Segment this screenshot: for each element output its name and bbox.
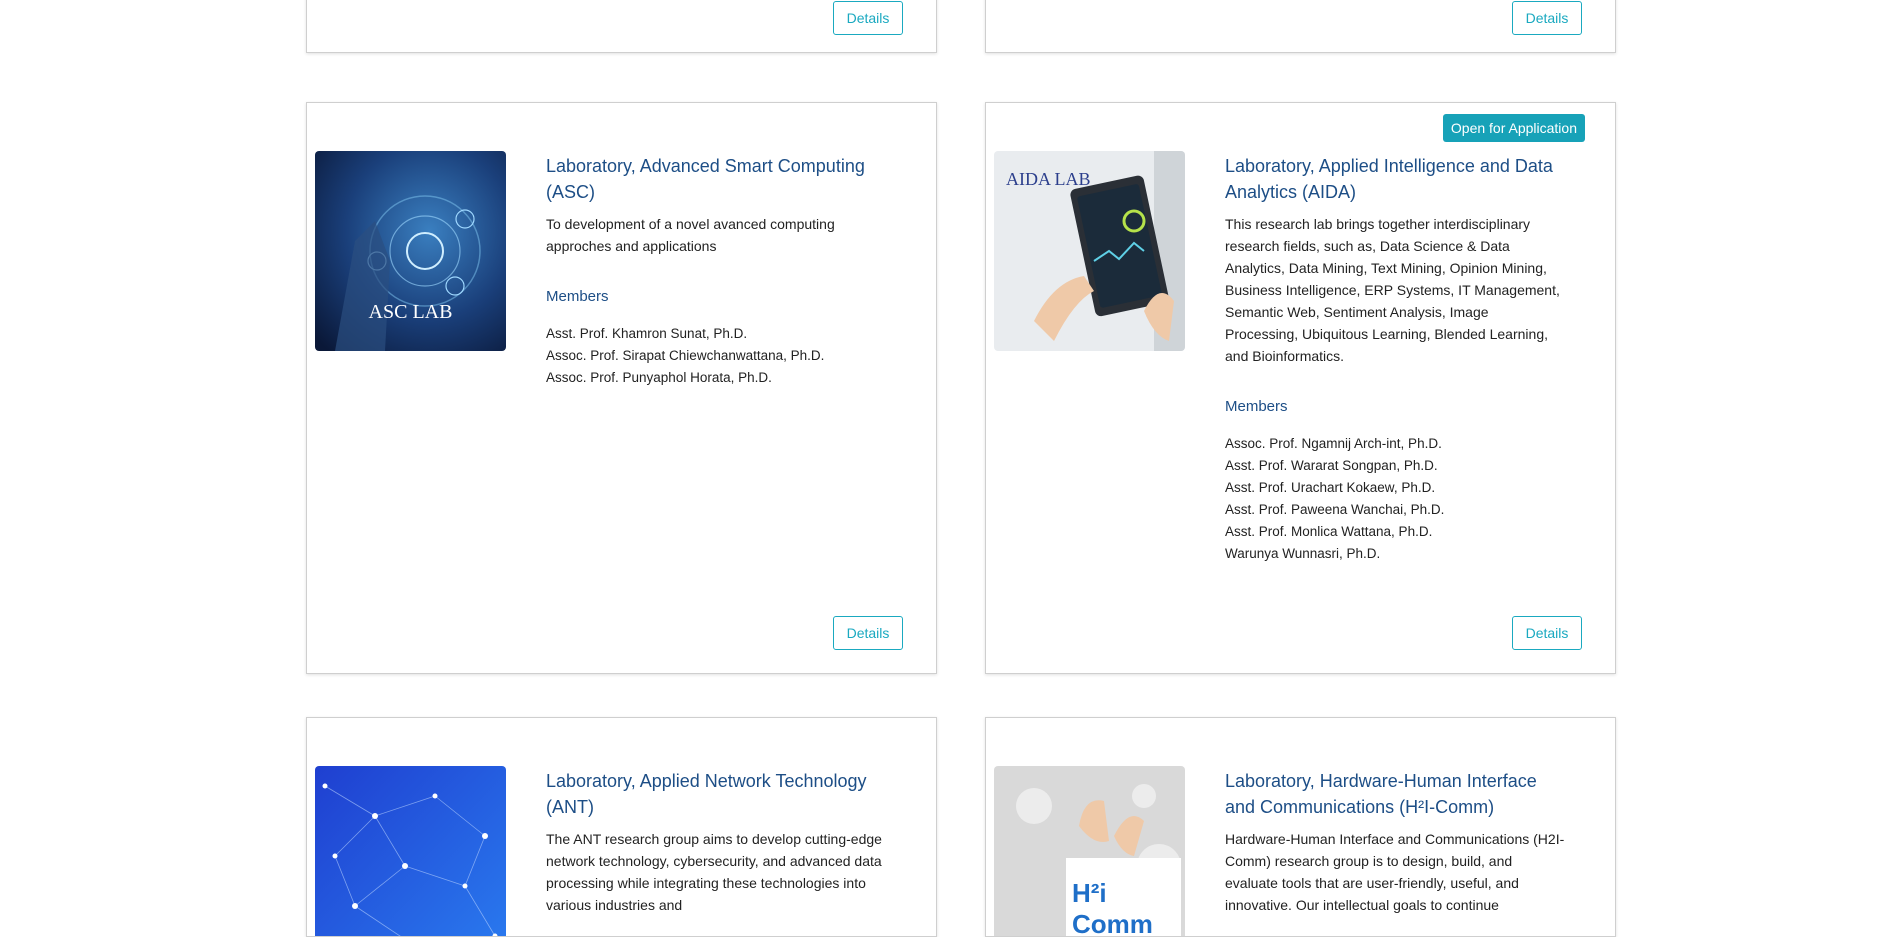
ant-network-image (315, 766, 506, 937)
members-heading: Members (546, 287, 886, 307)
lab-title[interactable]: Laboratory, Hardware-Human Interface and… (1225, 768, 1565, 820)
lab-card-asc: ASC LAB Laboratory, Advanced Smart Compu… (306, 102, 937, 674)
lab-content: Laboratory, Applied Intelligence and Dat… (1225, 153, 1565, 565)
lab-image-asc: ASC LAB (315, 151, 506, 351)
details-button[interactable]: Details (833, 1, 903, 35)
member-name: Assoc. Prof. Sirapat Chiewchanwattana, P… (546, 345, 886, 367)
lab-title[interactable]: Laboratory, Applied Intelligence and Dat… (1225, 153, 1565, 205)
member-name: Asst. Prof. Wararat Songpan, Ph.D. (1225, 455, 1565, 477)
lab-card-h2i-comm: H²i Comm Laboratory, Hardware-Human Inte… (985, 717, 1616, 937)
lab-description: Hardware-Human Interface and Communicati… (1225, 828, 1565, 916)
members-list: Assoc. Prof. Ngamnij Arch-int, Ph.D. Ass… (1225, 433, 1565, 565)
lab-content: Laboratory, Applied Network Technology (… (546, 768, 886, 916)
lab-card-ant: Laboratory, Applied Network Technology (… (306, 717, 937, 937)
details-button[interactable]: Details (833, 616, 903, 650)
open-for-application-badge[interactable]: Open for Application (1443, 114, 1585, 142)
lab-description: To development of a novel avanced comput… (546, 213, 886, 257)
lab-title[interactable]: Laboratory, Applied Network Technology (… (546, 768, 886, 820)
member-name: Assoc. Prof. Punyaphol Horata, Ph.D. (546, 367, 886, 389)
lab-title[interactable]: Laboratory, Advanced Smart Computing (AS… (546, 153, 886, 205)
member-name: Asst. Prof. Khamron Sunat, Ph.D. (546, 323, 886, 345)
lab-content: Laboratory, Advanced Smart Computing (AS… (546, 153, 886, 389)
member-name: Assoc. Prof. Ngamnij Arch-int, Ph.D. (1225, 433, 1565, 455)
details-button[interactable]: Details (1512, 1, 1582, 35)
lab-image-ant (315, 766, 506, 937)
member-name: Warunya Wunnasri, Ph.D. (1225, 543, 1565, 565)
lab-image-aida: AIDA LAB (994, 151, 1185, 351)
lab-image-h2i-comm: H²i Comm (994, 766, 1185, 937)
asc-lab-image-label: ASC LAB (315, 301, 506, 324)
members-list: Asst. Prof. Khamron Sunat, Ph.D. Assoc. … (546, 323, 886, 389)
h2i-comm-image-label: H²i Comm (1072, 878, 1185, 937)
lab-description: The ANT research group aims to develop c… (546, 828, 886, 916)
aida-lab-image-label: AIDA LAB (1006, 169, 1091, 190)
details-button[interactable]: Details (1512, 616, 1582, 650)
lab-content: Laboratory, Hardware-Human Interface and… (1225, 768, 1565, 916)
member-name: Asst. Prof. Monlica Wattana, Ph.D. (1225, 521, 1565, 543)
lab-description: This research lab brings together interd… (1225, 213, 1565, 367)
lab-card-aida: Open for Application AIDA LAB Laboratory… (985, 102, 1616, 674)
member-name: Asst. Prof. Paweena Wanchai, Ph.D. (1225, 499, 1565, 521)
lab-card-top-right: Details (985, 0, 1616, 53)
lab-card-top-left: Details (306, 0, 937, 53)
member-name: Asst. Prof. Urachart Kokaew, Ph.D. (1225, 477, 1565, 499)
members-heading: Members (1225, 397, 1565, 417)
